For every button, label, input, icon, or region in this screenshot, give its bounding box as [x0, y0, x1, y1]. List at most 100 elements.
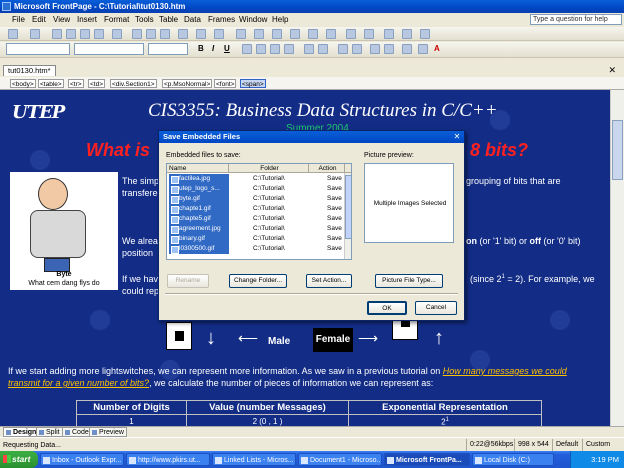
increase-indent-icon[interactable]	[384, 44, 394, 54]
align-center-icon[interactable]	[256, 44, 266, 54]
mode-default[interactable]: Default	[552, 439, 578, 451]
change-folder-button[interactable]: Change Folder...	[229, 274, 287, 288]
task-linked-lists[interactable]: Linked Lists - Micros...	[212, 453, 296, 466]
preview-icon[interactable]	[94, 29, 104, 39]
task-document1[interactable]: Document1 - Microso...	[298, 453, 382, 466]
table-row[interactable]: factilea.jpg C:\Tutorial\ Save	[167, 174, 344, 184]
menu-insert[interactable]: Insert	[77, 13, 97, 26]
table-row[interactable]: utep_logo_s... C:\Tutorial\ Save	[167, 184, 344, 194]
table-row[interactable]: binary.gif C:\Tutorial\ Save	[167, 234, 344, 244]
align-right-icon[interactable]	[270, 44, 280, 54]
underline-icon[interactable]: U	[224, 42, 230, 56]
tag-p-msonormal[interactable]: <p.MsoNormal>	[162, 79, 213, 88]
menu-data[interactable]: Data	[184, 13, 201, 26]
justify-icon[interactable]	[284, 44, 294, 54]
highlight-icon[interactable]	[418, 44, 428, 54]
copy-icon[interactable]	[146, 29, 156, 39]
tag-font[interactable]: <font>	[214, 79, 237, 88]
embedded-files-list[interactable]: Name Folder Action factilea.jpg C:\Tutor…	[166, 163, 352, 260]
cancel-button[interactable]: Cancel	[415, 301, 457, 315]
menu-format[interactable]: Format	[104, 13, 129, 26]
tutorial-link[interactable]: How many messages we could	[443, 366, 567, 376]
redo-icon[interactable]	[214, 29, 224, 39]
clock[interactable]: 3:19 PM	[591, 455, 619, 464]
insert-table-icon[interactable]	[236, 29, 246, 39]
column-action[interactable]: Action	[309, 164, 345, 173]
task-outlook[interactable]: Inbox - Outlook Expr...	[40, 453, 124, 466]
new-page-icon[interactable]	[8, 29, 18, 39]
menu-table[interactable]: Table	[159, 13, 178, 26]
task-local-disk[interactable]: Local Disk (C:)	[472, 453, 554, 466]
save-icon[interactable]	[52, 29, 62, 39]
menu-view[interactable]: View	[53, 13, 70, 26]
style-select[interactable]	[6, 43, 70, 55]
close-document-icon[interactable]: ✕	[608, 64, 616, 76]
align-left-icon[interactable]	[242, 44, 252, 54]
menu-window[interactable]: Window	[239, 13, 267, 26]
rename-button[interactable]: Rename	[167, 274, 209, 288]
mode-custom[interactable]: Custom	[582, 439, 610, 451]
menu-edit[interactable]: Edit	[32, 13, 46, 26]
cut-icon[interactable]	[132, 29, 142, 39]
table-row[interactable]: byte.gif C:\Tutorial\ Save	[167, 194, 344, 204]
bold-icon[interactable]: B	[198, 42, 204, 56]
column-name[interactable]: Name	[167, 164, 229, 173]
tab-split[interactable]: Split	[36, 427, 63, 437]
borders-icon[interactable]	[402, 44, 412, 54]
layer-icon[interactable]	[346, 29, 356, 39]
print-icon[interactable]	[80, 29, 90, 39]
column-folder[interactable]: Folder	[229, 164, 309, 173]
insert-picture-icon[interactable]	[254, 29, 264, 39]
tab-preview[interactable]: Preview	[89, 427, 127, 437]
refresh-icon[interactable]	[308, 29, 318, 39]
menu-help[interactable]: Help	[272, 13, 288, 26]
set-action-button[interactable]: Set Action...	[306, 274, 352, 288]
help-icon[interactable]	[420, 29, 430, 39]
publish-icon[interactable]	[66, 29, 76, 39]
font-select[interactable]	[74, 43, 144, 55]
tag-tr[interactable]: <tr>	[68, 79, 84, 88]
increase-font-icon[interactable]	[304, 44, 314, 54]
task-frontpage[interactable]: Microsoft FrontPa...	[384, 453, 470, 466]
decrease-font-icon[interactable]	[318, 44, 328, 54]
tag-div-section1[interactable]: <div.Section1>	[110, 79, 157, 88]
open-icon[interactable]	[30, 29, 40, 39]
tab-tut0130[interactable]: tut0130.htm*	[3, 65, 56, 76]
decrease-indent-icon[interactable]	[370, 44, 380, 54]
tag-table[interactable]: <table>	[38, 79, 64, 88]
drawing-icon[interactable]	[272, 29, 282, 39]
page-scrollbar[interactable]	[610, 90, 624, 426]
spelling-icon[interactable]	[112, 29, 122, 39]
menu-file[interactable]: File	[12, 13, 25, 26]
menu-frames[interactable]: Frames	[208, 13, 235, 26]
tag-td[interactable]: <td>	[88, 79, 106, 88]
menu-tools[interactable]: Tools	[135, 13, 154, 26]
scrollbar-thumb[interactable]	[612, 120, 623, 180]
font-color-icon[interactable]: A	[434, 42, 440, 56]
numbering-icon[interactable]	[338, 44, 348, 54]
table-row[interactable]: chapte1.gif C:\Tutorial\ Save	[167, 204, 344, 214]
tab-code[interactable]: Code	[62, 427, 92, 437]
format-painter-icon[interactable]	[178, 29, 188, 39]
close-icon[interactable]: ✕	[452, 132, 462, 142]
tab-design[interactable]: Design	[3, 427, 40, 437]
help-search-input[interactable]: Type a question for help	[530, 14, 622, 25]
paragraph-icon[interactable]	[384, 29, 394, 39]
picture-file-type-button[interactable]: Picture File Type...	[375, 274, 443, 288]
bullets-icon[interactable]	[352, 44, 362, 54]
start-button[interactable]: start	[0, 451, 38, 468]
undo-icon[interactable]	[196, 29, 206, 39]
tag-span[interactable]: <span>	[240, 79, 266, 88]
task-browser[interactable]: http://www.pkirs.ut...	[126, 453, 210, 466]
hyperlink-icon[interactable]	[290, 29, 300, 39]
show-all-icon[interactable]	[364, 29, 374, 39]
code-icon[interactable]	[402, 29, 412, 39]
paste-icon[interactable]	[160, 29, 170, 39]
scrollbar-thumb[interactable]	[345, 175, 351, 239]
tag-body[interactable]: <body>	[10, 79, 36, 88]
list-scrollbar[interactable]	[344, 173, 351, 259]
table-row[interactable]: agreement.jpg C:\Tutorial\ Save	[167, 224, 344, 234]
ok-button[interactable]: OK	[367, 301, 407, 315]
stop-icon[interactable]	[326, 29, 336, 39]
tutorial-link[interactable]: transmit for a given number of bits?	[8, 378, 149, 388]
